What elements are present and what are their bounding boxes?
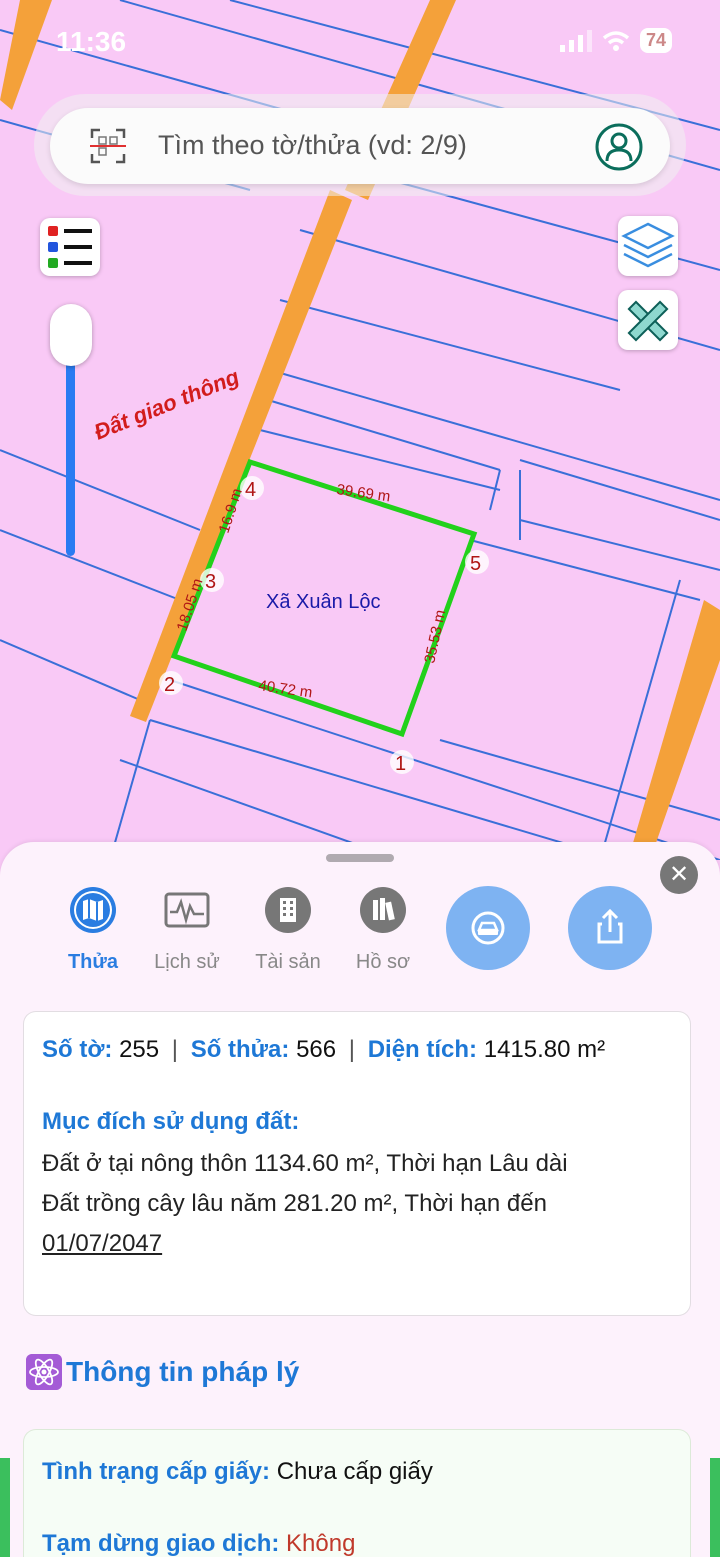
signal-icon: [559, 29, 592, 52]
qr-scan-icon[interactable]: [90, 128, 126, 164]
user-account-icon[interactable]: [594, 122, 644, 172]
status-time: 11:36: [56, 26, 127, 57]
building-icon: [265, 887, 311, 933]
lot-value: 566: [296, 1036, 337, 1063]
land-use-line: Đất ở tại nông thôn 1134.60 m², Thời hạn…: [42, 1150, 568, 1177]
sheet-value: 255: [119, 1036, 160, 1063]
lot-label: Số thửa:: [190, 1036, 290, 1063]
tab-label: Hồ sơ: [355, 951, 411, 973]
land-use-date[interactable]: 01/07/2047: [42, 1230, 162, 1258]
vertex-label: 4: [245, 479, 256, 501]
suspend-label: Tạm dừng giao dịch:: [42, 1530, 280, 1557]
zoom-slider-track[interactable]: [66, 340, 75, 556]
tab-history[interactable]: Lịch sử: [142, 886, 232, 974]
tab-label: Thửa: [67, 951, 119, 973]
vertex-label: 3: [205, 571, 216, 593]
share-button[interactable]: [568, 886, 652, 970]
area-label: Diện tích:: [367, 1036, 478, 1063]
ruler-pencil-icon: [627, 300, 669, 342]
tab-records[interactable]: Hồ sơ: [338, 886, 428, 974]
books-icon: [360, 887, 406, 933]
tab-assets[interactable]: Tài sản: [243, 886, 333, 974]
layers-icon: [621, 222, 675, 268]
history-chart-icon: [164, 892, 210, 928]
car-icon: [471, 911, 505, 945]
land-use-line: Đất trồng cây lâu năm 281.20 m², Thời hạ…: [42, 1190, 547, 1217]
area-value: 1415.80 m²: [483, 1036, 606, 1063]
tab-parcel[interactable]: Thửa: [48, 886, 138, 974]
search-bar[interactable]: Tìm theo tờ/thửa (vd: 2/9): [50, 108, 670, 184]
directions-button[interactable]: [446, 886, 530, 970]
vertex-label: 2: [164, 674, 175, 696]
drag-handle[interactable]: [326, 854, 394, 862]
battery-level: 74: [639, 28, 672, 53]
atom-icon: [26, 1354, 62, 1390]
certificate-value: Chưa cấp giấy: [276, 1458, 433, 1485]
separator: |: [348, 1036, 356, 1063]
legal-title-text: Thông tin pháp lý: [66, 1356, 300, 1387]
separator: |: [171, 1036, 179, 1063]
parcel-summary: Số tờ: 255 | Số thửa: 566 | Diện tích: 1…: [42, 1036, 605, 1064]
suspend-value: Không: [286, 1530, 356, 1557]
sheet-label: Số tờ:: [42, 1036, 113, 1063]
bottom-edge-strip: [710, 1458, 720, 1557]
status-icons: 74: [559, 28, 672, 53]
legal-info-card: Tình trạng cấp giấy: Chưa cấp giấy Tạm d…: [24, 1430, 690, 1557]
certificate-label: Tình trạng cấp giấy:: [42, 1458, 271, 1485]
transaction-suspension: Tạm dừng giao dịch: Không: [42, 1530, 355, 1557]
certificate-status: Tình trạng cấp giấy: Chưa cấp giấy: [42, 1458, 433, 1486]
zoom-slider-thumb[interactable]: [50, 304, 92, 366]
tab-label: Lịch sử: [154, 951, 220, 973]
legend-button[interactable]: [40, 218, 100, 276]
status-bar: 11:36 74: [0, 0, 720, 80]
legal-section-title: Thông tin pháp lý: [26, 1354, 299, 1390]
parcel-info-card: Số tờ: 255 | Số thửa: 566 | Diện tích: 1…: [24, 1012, 690, 1315]
vertex-label: 5: [470, 553, 481, 575]
wifi-icon: [602, 30, 630, 51]
vertex-label: 1: [395, 753, 406, 775]
search-input[interactable]: Tìm theo tờ/thửa (vd: 2/9): [158, 130, 467, 161]
bottom-edge-strip: [0, 1458, 10, 1557]
close-button[interactable]: ✕: [660, 856, 698, 894]
land-use-title: Mục đích sử dụng đất:: [42, 1108, 300, 1135]
parcel-name: Xã Xuân Lộc: [266, 591, 381, 613]
layers-button[interactable]: [618, 216, 678, 276]
tab-label: Tài sản: [255, 951, 321, 973]
legend-list-icon: [48, 226, 92, 268]
measure-button[interactable]: [618, 290, 678, 350]
share-icon: [597, 908, 623, 944]
bottom-sheet: ✕ Thửa Lịch sử Tài sản Hồ sơ Số tờ: 255 …: [0, 842, 720, 1557]
map-icon: [70, 887, 116, 933]
